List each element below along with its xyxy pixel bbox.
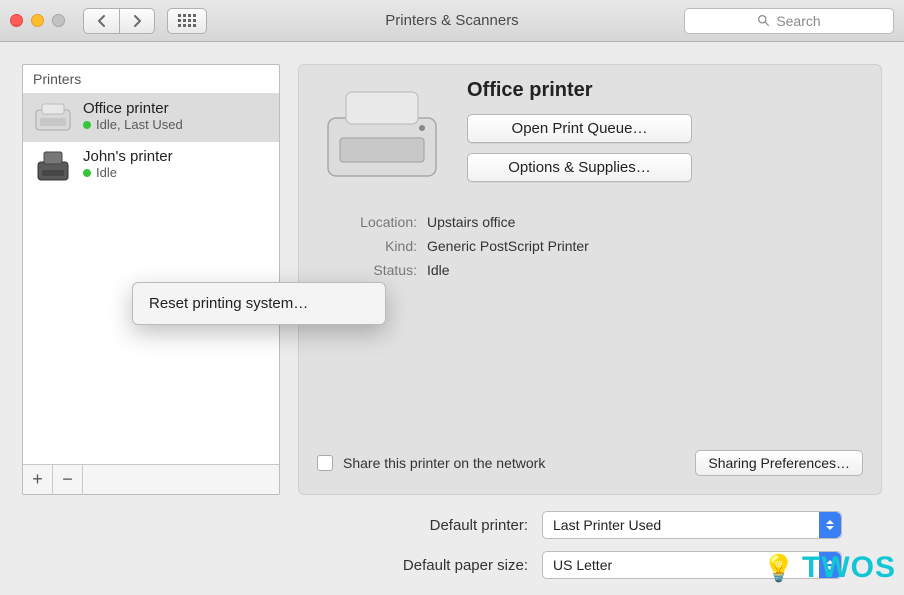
search-input[interactable]: Search bbox=[684, 8, 894, 34]
share-row: Share this printer on the network Sharin… bbox=[317, 450, 863, 476]
status-label: Status: bbox=[317, 262, 427, 278]
back-button[interactable] bbox=[83, 8, 119, 34]
share-printer-checkbox[interactable] bbox=[317, 455, 333, 471]
chevron-left-icon bbox=[97, 15, 107, 27]
printer-status-text: Idle bbox=[96, 165, 117, 180]
status-value: Idle bbox=[427, 262, 863, 278]
nav-buttons bbox=[83, 8, 155, 34]
printer-detail-panel: Office printer Open Print Queue… Options… bbox=[298, 64, 882, 495]
printer-list-item[interactable]: John's printer Idle bbox=[23, 142, 279, 190]
detail-printer-title: Office printer bbox=[467, 79, 863, 102]
search-placeholder: Search bbox=[776, 13, 820, 29]
printer-info: Office printer Idle, Last Used bbox=[83, 100, 183, 132]
default-printer-label: Default printer: bbox=[202, 517, 542, 534]
chevron-right-icon bbox=[132, 15, 142, 27]
status-dot-icon bbox=[83, 169, 91, 177]
status-dot-icon bbox=[83, 121, 91, 129]
kind-value: Generic PostScript Printer bbox=[427, 238, 863, 254]
watermark: 💡 TWOS bbox=[763, 551, 896, 585]
default-paper-value: US Letter bbox=[553, 557, 612, 573]
reset-printing-system-item[interactable]: Reset printing system… bbox=[149, 295, 369, 312]
default-paper-label: Default paper size: bbox=[202, 557, 542, 574]
printer-info: John's printer Idle bbox=[83, 148, 173, 180]
add-printer-button[interactable]: + bbox=[23, 465, 53, 495]
printer-list-item[interactable]: Office printer Idle, Last Used bbox=[23, 94, 279, 142]
plus-icon: + bbox=[32, 469, 43, 490]
printer-name: Office printer bbox=[83, 100, 183, 117]
search-icon bbox=[757, 14, 770, 27]
bottom-form: Default printer: Last Printer Used Defau… bbox=[22, 511, 882, 579]
location-label: Location: bbox=[317, 214, 427, 230]
printer-icon bbox=[33, 148, 73, 184]
titlebar: Printers & Scanners Search bbox=[0, 0, 904, 42]
kind-label: Kind: bbox=[317, 238, 427, 254]
zoom-window-button[interactable] bbox=[52, 14, 65, 27]
detail-top: Office printer Open Print Queue… Options… bbox=[317, 79, 863, 192]
remove-printer-button[interactable]: − bbox=[53, 465, 83, 495]
printers-sidebar: Printers Office printer I bbox=[22, 64, 280, 495]
share-printer-label: Share this printer on the network bbox=[343, 455, 685, 471]
default-printer-value: Last Printer Used bbox=[553, 517, 661, 533]
context-menu: Reset printing system… bbox=[132, 282, 386, 325]
lightbulb-icon: 💡 bbox=[763, 553, 796, 584]
printer-list: Office printer Idle, Last Used bbox=[23, 94, 279, 464]
printer-status: Idle, Last Used bbox=[83, 117, 183, 132]
sidebar-header: Printers bbox=[23, 65, 279, 94]
printer-icon bbox=[33, 100, 73, 136]
printer-status-text: Idle, Last Used bbox=[96, 117, 183, 132]
select-arrows-icon bbox=[819, 512, 841, 538]
minimize-window-button[interactable] bbox=[31, 14, 44, 27]
printer-name: John's printer bbox=[83, 148, 173, 165]
open-print-queue-button[interactable]: Open Print Queue… bbox=[467, 114, 692, 143]
main-columns: Printers Office printer I bbox=[22, 64, 882, 495]
show-all-button[interactable] bbox=[167, 8, 207, 34]
detail-properties: Location: Upstairs office Kind: Generic … bbox=[317, 214, 863, 278]
sharing-preferences-button[interactable]: Sharing Preferences… bbox=[695, 450, 863, 476]
options-supplies-button[interactable]: Options & Supplies… bbox=[467, 153, 692, 182]
forward-button[interactable] bbox=[119, 8, 155, 34]
default-printer-select[interactable]: Last Printer Used bbox=[542, 511, 842, 539]
grid-icon bbox=[178, 14, 196, 27]
sidebar-footer: + − bbox=[23, 464, 279, 494]
minus-icon: − bbox=[62, 469, 73, 490]
close-window-button[interactable] bbox=[10, 14, 23, 27]
watermark-text: TWOS bbox=[802, 551, 896, 585]
traffic-lights bbox=[10, 14, 65, 27]
detail-right: Office printer Open Print Queue… Options… bbox=[467, 79, 863, 192]
printer-status: Idle bbox=[83, 165, 173, 180]
location-value: Upstairs office bbox=[427, 214, 863, 230]
printer-large-icon bbox=[317, 79, 447, 189]
